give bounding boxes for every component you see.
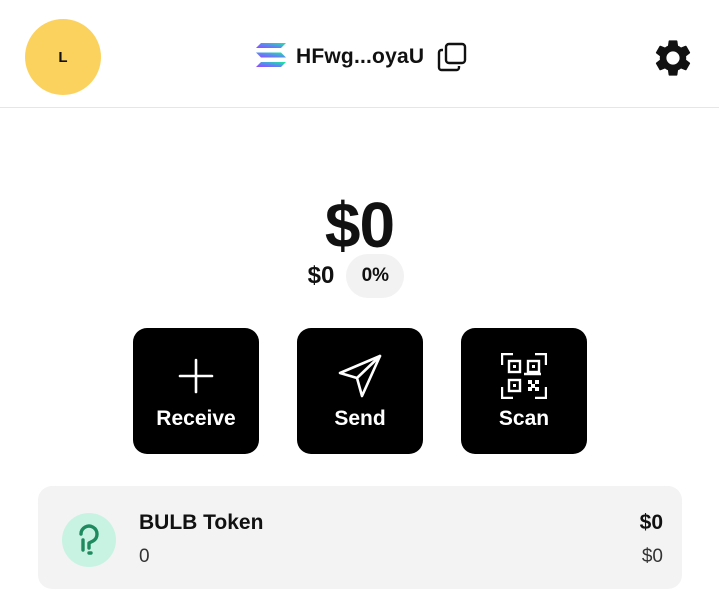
token-value-change: $0 — [641, 546, 663, 567]
send-icon — [336, 352, 384, 400]
total-balance: $0 — [324, 189, 395, 261]
token-amount: 0 — [139, 546, 150, 567]
balance-change-value: $0 — [307, 262, 335, 289]
account-avatar[interactable]: L — [25, 19, 101, 95]
wallet-address: HFwg...oyaU — [296, 45, 425, 68]
send-label: Send — [334, 407, 386, 430]
scan-button[interactable]: Scan — [461, 328, 587, 454]
receive-button[interactable]: Receive — [133, 328, 259, 454]
receive-label: Receive — [156, 407, 236, 430]
action-buttons: Receive Send Scan — [133, 328, 587, 454]
token-name: BULB Token — [139, 511, 264, 534]
bulb-token-icon — [62, 513, 116, 567]
copy-icon[interactable] — [436, 41, 468, 73]
qr-scan-icon — [500, 352, 548, 400]
token-value: $0 — [639, 511, 663, 534]
token-row-bulb[interactable]: BULB Token 0 $0 $0 — [38, 486, 682, 589]
wallet-app: L HFwg...oyaU $0 $0 0% Receive Send Scan… — [0, 0, 719, 589]
balance-change-row: $0 0% — [0, 254, 719, 298]
header: L HFwg...oyaU — [0, 0, 719, 108]
avatar-letter: L — [58, 48, 68, 66]
wallet-address-group: HFwg...oyaU — [256, 40, 468, 74]
gear-icon[interactable] — [650, 35, 696, 81]
solana-icon — [256, 42, 286, 72]
plus-icon — [172, 352, 220, 400]
send-button[interactable]: Send — [297, 328, 423, 454]
balance-change-percent: 0% — [346, 254, 405, 298]
scan-label: Scan — [498, 407, 550, 430]
